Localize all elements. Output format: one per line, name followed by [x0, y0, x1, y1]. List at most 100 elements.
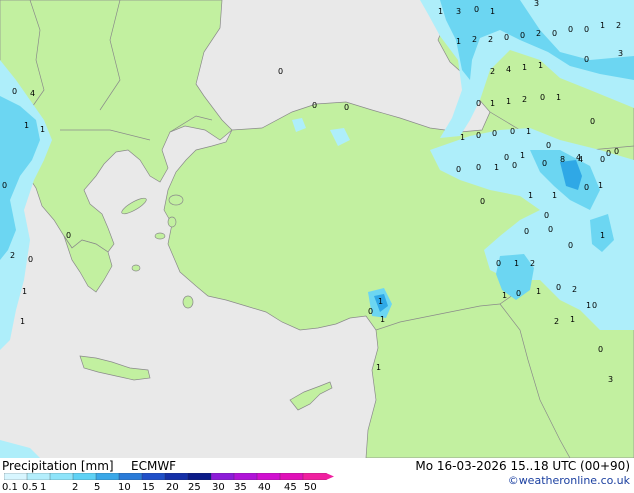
scale-tick-label: 35: [234, 482, 247, 493]
grid-point-value: 0: [496, 259, 501, 268]
grid-point-value: 0: [456, 165, 461, 174]
model-name: ECMWF: [131, 459, 177, 473]
scale-tick-label: 1: [40, 482, 47, 493]
valid-time: Mo 16-03-2026 15..18 UTC (00+90): [415, 459, 630, 473]
scale-tick-label: 0.5: [22, 482, 38, 493]
grid-point-value: 1: [22, 287, 27, 296]
grid-point-value: 1: [552, 191, 557, 200]
scale-swatch: [49, 473, 74, 480]
grid-point-value: 0: [606, 149, 611, 158]
grid-point-value: 0: [278, 67, 283, 76]
grid-point-value: 0: [584, 183, 589, 192]
grid-point-value: 0: [344, 103, 349, 112]
grid-point-value: 1: [380, 315, 385, 324]
grid-point-value: 0: [512, 161, 517, 170]
scale-arrow: [326, 473, 334, 480]
scale-swatch: [118, 473, 143, 480]
grid-point-value: 1: [20, 317, 25, 326]
grid-point-value: 1: [40, 125, 45, 134]
scale-swatch: [187, 473, 212, 480]
grid-point-value: 1: [24, 121, 29, 130]
scale-swatch: [141, 473, 166, 480]
grid-point-value: 0: [548, 225, 553, 234]
grid-point-value: 2: [472, 35, 477, 44]
naxos: [131, 264, 141, 272]
grid-point-value: 0: [492, 129, 497, 138]
grid-point-value: 1: [490, 7, 495, 16]
grid-point-value: 2: [572, 285, 577, 294]
scale-swatch: [279, 473, 304, 480]
grid-point-value: 1: [520, 151, 525, 160]
grid-point-value: 0: [542, 159, 547, 168]
scale-swatch: [210, 473, 235, 480]
grid-point-value: 0: [476, 131, 481, 140]
grid-point-value: 0: [584, 25, 589, 34]
grid-point-value: 1: [528, 191, 533, 200]
grid-point-value: 2: [536, 29, 541, 38]
scale-swatch: [256, 473, 281, 480]
grid-point-value: 1: [438, 7, 443, 16]
grid-point-value: 0: [520, 31, 525, 40]
grid-point-value: 2: [522, 95, 527, 104]
grid-point-value: 1: [376, 363, 381, 372]
grid-point-value: 1: [586, 301, 591, 310]
grid-point-value: 0: [474, 5, 479, 14]
grid-point-value: 0: [510, 127, 515, 136]
grid-point-value: 0: [516, 289, 521, 298]
grid-point-value: 0: [504, 153, 509, 162]
scale-swatch: [302, 473, 327, 480]
grid-point-value: 0: [504, 33, 509, 42]
scale-swatch: [72, 473, 97, 480]
grid-point-value: 4: [506, 65, 511, 74]
grid-point-value: 0: [568, 241, 573, 250]
grid-point-value: 3: [618, 49, 623, 58]
grid-point-value: 3: [534, 0, 539, 8]
scale-swatch: [164, 473, 189, 480]
chios: [167, 216, 177, 228]
scale-tick-label: 2: [72, 482, 79, 493]
grid-point-value: 0: [600, 155, 605, 164]
grid-point-value: 0: [544, 211, 549, 220]
grid-point-value: 0: [568, 25, 573, 34]
scale-tick-label: 10: [118, 482, 131, 493]
grid-point-value: 3: [456, 7, 461, 16]
credit-link[interactable]: ©weatheronline.co.uk: [508, 474, 630, 487]
grid-point-value: 2: [530, 259, 535, 268]
grid-point-value: 1: [490, 99, 495, 108]
grid-point-value: 4: [30, 89, 35, 98]
grid-point-value: 2: [10, 251, 15, 260]
scale-tick-label: 40: [258, 482, 271, 493]
grid-point-value: 1: [460, 133, 465, 142]
grid-point-value: 1: [538, 61, 543, 70]
scale-swatch: [26, 473, 51, 480]
grid-point-value: 0: [66, 231, 71, 240]
rhodes: [182, 295, 194, 309]
scale-tick-label: 5: [94, 482, 101, 493]
grid-point-value: 1: [514, 259, 519, 268]
grid-point-value: 0: [312, 101, 317, 110]
grid-point-value: 0: [524, 227, 529, 236]
grid-point-value: 3: [608, 375, 613, 384]
grid-point-value: 8: [560, 155, 565, 164]
grid-point-value: 1: [598, 181, 603, 190]
grid-point-value: 1: [570, 315, 575, 324]
grid-point-value: 1: [522, 63, 527, 72]
grid-point-value: 0: [540, 93, 545, 102]
grid-point-value: 0: [590, 117, 595, 126]
grid-point-value: 1: [600, 231, 605, 240]
scale-tick-label: 15: [142, 482, 155, 493]
grid-point-value: 0: [476, 163, 481, 172]
grid-point-value: 0: [592, 301, 597, 310]
grid-point-value: 0: [584, 55, 589, 64]
scale-tick-label: 20: [166, 482, 179, 493]
legend-title: Precipitation [mm]: [2, 459, 114, 473]
grid-point-value: 1: [600, 21, 605, 30]
grid-point-value: 0: [476, 99, 481, 108]
grid-point-value: 0: [2, 181, 7, 190]
grid-point-value: 0: [556, 283, 561, 292]
grid-point-value: 1: [506, 97, 511, 106]
grid-point-value: 0: [28, 255, 33, 264]
grid-point-value: 0: [614, 147, 619, 156]
scale-tick-label: 25: [188, 482, 201, 493]
grid-point-value: 0: [368, 307, 373, 316]
